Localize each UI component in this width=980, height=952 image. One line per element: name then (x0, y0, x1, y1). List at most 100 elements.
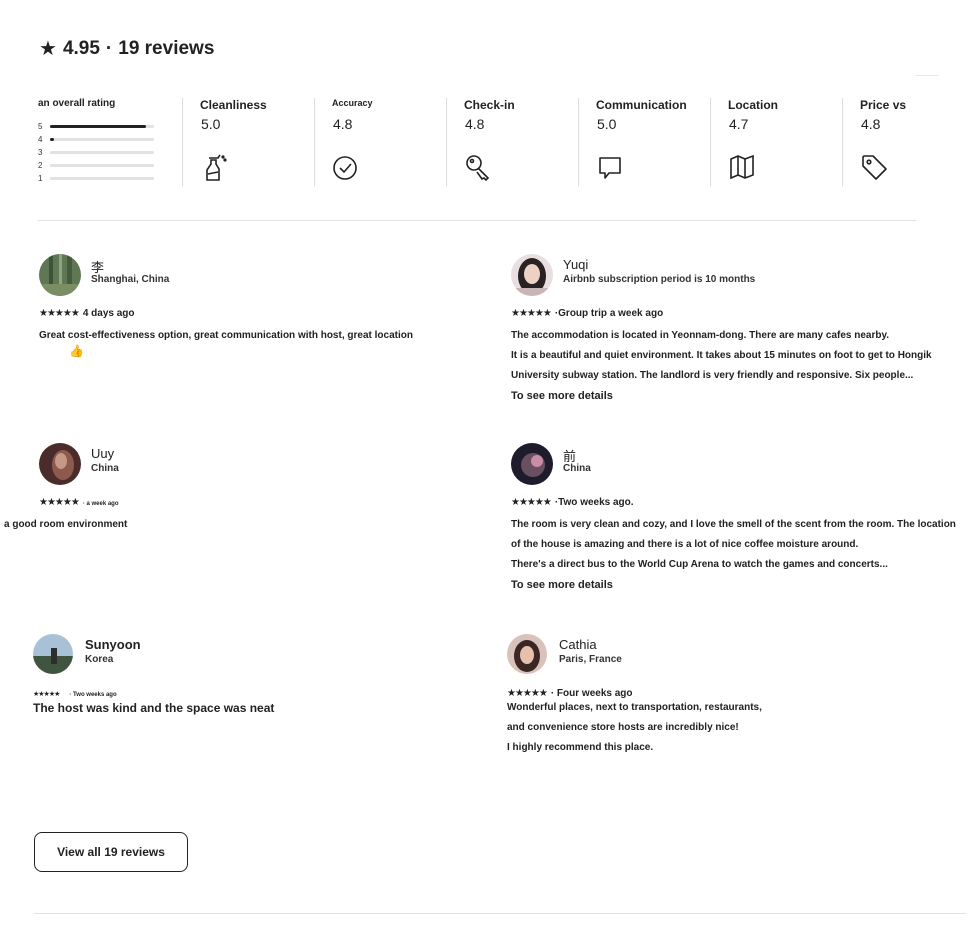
rating-bar-2: 2 (38, 159, 158, 172)
review-line: The host was kind and the space was neat (33, 701, 275, 715)
review-stars: ★★★★★ (39, 497, 80, 508)
category-checkin: Check-in 4.8 (446, 96, 578, 188)
review-stars: ★★★★★ (33, 691, 60, 698)
category-location: Location 4.7 (710, 96, 842, 188)
review-line: University subway station. The landlord … (511, 370, 914, 381)
avatar[interactable] (33, 634, 73, 674)
rating-separator: · (105, 38, 113, 59)
reviewer-location: Paris, France (559, 654, 622, 665)
avatar[interactable] (507, 634, 547, 674)
section-divider (38, 220, 916, 221)
reviewer-location: Korea (85, 654, 114, 665)
review-text: a good room environment (4, 515, 127, 535)
avatar[interactable] (511, 254, 553, 296)
category-value: 4.8 (333, 116, 353, 132)
review-meta: ★★★★★ ·Group trip a week ago (511, 308, 663, 319)
avatar[interactable] (39, 254, 81, 296)
review-card: Sunyoon Korea ★★★★★ · Two weeks ago The h… (33, 634, 473, 734)
review-text: Wonderful places, next to transportation… (507, 698, 762, 758)
reviewer-name: Uuy (91, 446, 115, 461)
rating-bar-4: 4 (38, 133, 158, 146)
category-label: Check-in (464, 98, 515, 112)
review-line: There's a direct bus to the World Cup Ar… (511, 559, 888, 570)
reviewer-location: Shanghai, China (91, 274, 170, 285)
category-cleanliness: Cleanliness 5.0 (182, 96, 314, 188)
review-stars: ★★★★★ (511, 497, 552, 508)
review-text: Great cost-effectiveness option, great c… (39, 326, 413, 346)
category-price: Price vs 4.8 (842, 96, 916, 188)
review-meta: ★★★★★ 4 days ago (39, 308, 135, 319)
review-line: The accommodation is located in Yeonnam-… (511, 330, 890, 341)
review-card: Uuy China ★★★★★ · a week ago a good room … (4, 443, 479, 543)
category-label: Cleanliness (200, 98, 267, 112)
see-more-link[interactable]: To see more details (511, 390, 613, 402)
rating-bar-5: 5 (38, 120, 158, 133)
rating-bar-1: 1 (38, 172, 158, 185)
review-line: of the house is amazing and there is a l… (511, 539, 859, 550)
category-value: 5.0 (201, 116, 221, 132)
scroll-indicator (916, 75, 938, 76)
reviewer-name: Sunyoon (85, 637, 141, 652)
category-label: Accuracy (332, 98, 373, 108)
review-card: 李 Shanghai, China ★★★★★ 4 days ago Great … (39, 254, 479, 374)
check-circle-icon (333, 156, 357, 180)
price-tag-icon (862, 155, 887, 180)
overall-rating: an overall rating 5 4 3 2 1 (38, 96, 178, 188)
chat-bubble-icon (599, 157, 621, 179)
category-label: Location (728, 98, 778, 112)
overall-rating-label: an overall rating (38, 98, 116, 109)
rating-bar-fill (50, 138, 55, 141)
review-card: Yuqi Airbnb subscription period is 10 mo… (511, 254, 971, 414)
avatar[interactable] (511, 443, 553, 485)
review-text: The host was kind and the space was neat (33, 698, 274, 718)
category-accuracy: Accuracy 4.8 (314, 96, 446, 188)
review-line: I highly recommend this place. (507, 742, 654, 753)
bottom-divider (34, 913, 966, 914)
category-divider (446, 98, 447, 186)
reviews-count: 19 reviews (118, 38, 215, 59)
review-date: ·Two weeks ago. (554, 497, 634, 508)
category-divider (710, 98, 711, 186)
category-divider (578, 98, 579, 186)
review-text: The accommodation is located in Yeonnam-… (511, 326, 932, 386)
category-value: 4.7 (729, 116, 749, 132)
reviewer-name: Yuqi (563, 257, 589, 272)
review-line: The room is very clean and cozy, and I l… (511, 519, 956, 530)
view-all-reviews-button[interactable]: View all 19 reviews (34, 832, 188, 872)
category-label: Price vs (860, 98, 907, 112)
review-text: The room is very clean and cozy, and I l… (511, 515, 956, 575)
star-icon: ★ (39, 38, 57, 60)
rating-bar-3: 3 (38, 146, 158, 159)
review-line: Great cost-effectiveness option, great c… (39, 330, 413, 341)
category-value: 4.8 (861, 116, 881, 132)
reviewer-name: Cathia (559, 637, 597, 652)
thumbs-up-icon: 👍 (69, 344, 84, 358)
category-divider (182, 98, 183, 186)
category-divider (314, 98, 315, 186)
rating-bar-number: 5 (38, 122, 43, 131)
rating-bar-fill (50, 125, 146, 128)
rating-bar-number: 4 (38, 135, 43, 144)
rating-value: 4.95 (62, 38, 100, 59)
reviewer-location: China (563, 463, 591, 474)
see-more-link[interactable]: To see more details (511, 579, 613, 591)
reviewer-location: Airbnb subscription period is 10 months (563, 274, 756, 285)
map-icon (730, 154, 754, 180)
category-communication: Communication 5.0 (578, 96, 710, 188)
review-line: It is a beautiful and quiet environment.… (511, 350, 932, 361)
review-line: and convenience store hosts are incredib… (507, 722, 739, 733)
category-label: Communication (596, 98, 687, 112)
review-meta: ★★★★★ · a week ago (39, 497, 119, 508)
review-line: Wonderful places, next to transportation… (507, 702, 762, 713)
review-stars: ★★★★★ (511, 308, 552, 319)
review-date: ·Group trip a week ago (554, 308, 664, 319)
review-date: · a week ago (82, 501, 119, 507)
category-value: 5.0 (597, 116, 617, 132)
rating-distribution: 5 4 3 2 1 (38, 120, 158, 185)
key-icon (466, 155, 490, 182)
category-value: 4.8 (465, 116, 485, 132)
review-line: a good room environment (4, 519, 128, 530)
category-divider (842, 98, 843, 186)
avatar[interactable] (39, 443, 81, 485)
rating-bar-number: 1 (38, 174, 43, 183)
